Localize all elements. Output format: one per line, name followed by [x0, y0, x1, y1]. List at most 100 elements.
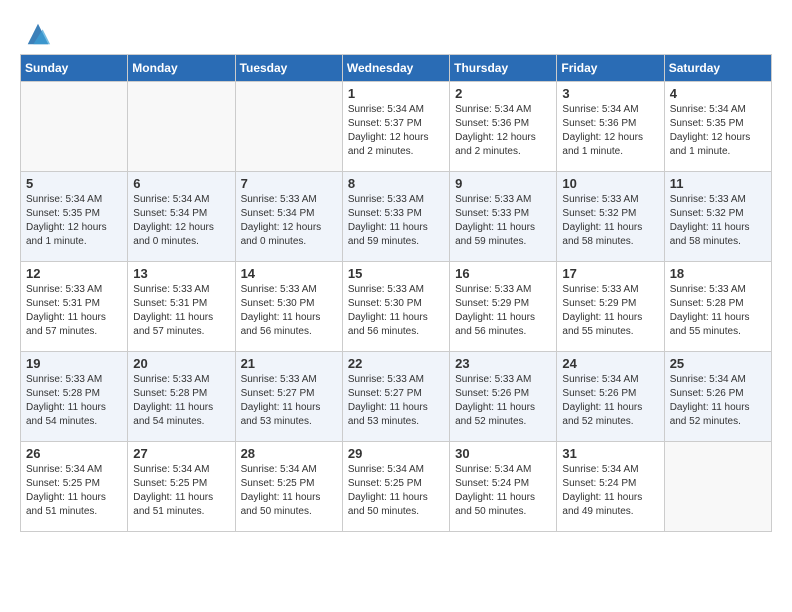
day-info: Sunrise: 5:33 AM Sunset: 5:27 PM Dayligh…	[241, 373, 337, 429]
day-info: Sunrise: 5:34 AM Sunset: 5:35 PM Dayligh…	[26, 193, 122, 249]
calendar-day-cell: 17Sunrise: 5:33 AM Sunset: 5:29 PM Dayli…	[557, 262, 664, 352]
day-number: 13	[133, 266, 229, 281]
day-number: 21	[241, 356, 337, 371]
logo	[20, 20, 52, 48]
day-number: 29	[348, 446, 444, 461]
calendar-day-cell: 11Sunrise: 5:33 AM Sunset: 5:32 PM Dayli…	[664, 172, 771, 262]
day-number: 23	[455, 356, 551, 371]
weekday-header-friday: Friday	[557, 55, 664, 82]
calendar-day-cell: 15 Sunrise: 5:33 AM Sunset: 5:30 PM Dayli…	[342, 262, 449, 352]
calendar-day-cell: 13Sunrise: 5:33 AM Sunset: 5:31 PM Dayli…	[128, 262, 235, 352]
day-info: Sunrise: 5:34 AM Sunset: 5:24 PM Dayligh…	[562, 463, 658, 519]
calendar-day-cell: 20 Sunrise: 5:33 AM Sunset: 5:28 PM Dayli…	[128, 352, 235, 442]
day-number: 20	[133, 356, 229, 371]
day-number: 9	[455, 176, 551, 191]
weekday-header-thursday: Thursday	[450, 55, 557, 82]
calendar-day-cell: 23 Sunrise: 5:33 AM Sunset: 5:26 PM Dayli…	[450, 352, 557, 442]
day-number: 16	[455, 266, 551, 281]
calendar-week-row: 12 Sunrise: 5:33 AM Sunset: 5:31 PM Dayli…	[21, 262, 772, 352]
calendar-day-cell: 3 Sunrise: 5:34 AM Sunset: 5:36 PM Daylig…	[557, 82, 664, 172]
calendar-day-cell: 28 Sunrise: 5:34 AM Sunset: 5:25 PM Dayli…	[235, 442, 342, 532]
weekday-header-sunday: Sunday	[21, 55, 128, 82]
day-number: 4	[670, 86, 766, 101]
day-info: Sunrise: 5:33 AM Sunset: 5:30 PM Dayligh…	[241, 283, 337, 339]
weekday-header-wednesday: Wednesday	[342, 55, 449, 82]
day-number: 18	[670, 266, 766, 281]
weekday-header-row: SundayMondayTuesdayWednesdayThursdayFrid…	[21, 55, 772, 82]
day-info: Sunrise: 5:33 AM Sunset: 5:27 PM Dayligh…	[348, 373, 444, 429]
day-info: Sunrise: 5:34 AM Sunset: 5:25 PM Dayligh…	[133, 463, 229, 519]
day-info: Sunrise: 5:33 AM Sunset: 5:28 PM Dayligh…	[133, 373, 229, 429]
calendar-day-cell: 10 Sunrise: 5:33 AM Sunset: 5:32 PM Dayli…	[557, 172, 664, 262]
calendar-day-cell	[235, 82, 342, 172]
day-number: 6	[133, 176, 229, 191]
calendar-day-cell: 7Sunrise: 5:33 AM Sunset: 5:34 PM Daylig…	[235, 172, 342, 262]
day-number: 12	[26, 266, 122, 281]
day-number: 19	[26, 356, 122, 371]
day-info: Sunrise: 5:33 AM Sunset: 5:33 PM Dayligh…	[455, 193, 551, 249]
calendar-week-row: 5Sunrise: 5:34 AM Sunset: 5:35 PM Daylig…	[21, 172, 772, 262]
calendar-day-cell: 5Sunrise: 5:34 AM Sunset: 5:35 PM Daylig…	[21, 172, 128, 262]
calendar-day-cell: 21 Sunrise: 5:33 AM Sunset: 5:27 PM Dayli…	[235, 352, 342, 442]
day-number: 10	[562, 176, 658, 191]
day-number: 26	[26, 446, 122, 461]
header	[20, 20, 772, 48]
calendar-week-row: 1Sunrise: 5:34 AM Sunset: 5:37 PM Daylig…	[21, 82, 772, 172]
day-number: 8	[348, 176, 444, 191]
calendar-day-cell	[128, 82, 235, 172]
main-container: SundayMondayTuesdayWednesdayThursdayFrid…	[0, 0, 792, 542]
calendar-week-row: 26 Sunrise: 5:34 AM Sunset: 5:25 PM Dayli…	[21, 442, 772, 532]
day-info: Sunrise: 5:34 AM Sunset: 5:34 PM Dayligh…	[133, 193, 229, 249]
day-info: Sunrise: 5:33 AM Sunset: 5:33 PM Dayligh…	[348, 193, 444, 249]
day-number: 24	[562, 356, 658, 371]
day-number: 31	[562, 446, 658, 461]
calendar-day-cell: 2Sunrise: 5:34 AM Sunset: 5:36 PM Daylig…	[450, 82, 557, 172]
calendar-day-cell	[21, 82, 128, 172]
day-info: Sunrise: 5:33 AM Sunset: 5:28 PM Dayligh…	[26, 373, 122, 429]
calendar-day-cell: 1Sunrise: 5:34 AM Sunset: 5:37 PM Daylig…	[342, 82, 449, 172]
calendar-day-cell: 14Sunrise: 5:33 AM Sunset: 5:30 PM Dayli…	[235, 262, 342, 352]
calendar-day-cell: 30Sunrise: 5:34 AM Sunset: 5:24 PM Dayli…	[450, 442, 557, 532]
day-info: Sunrise: 5:34 AM Sunset: 5:26 PM Dayligh…	[670, 373, 766, 429]
day-number: 3	[562, 86, 658, 101]
day-info: Sunrise: 5:33 AM Sunset: 5:26 PM Dayligh…	[455, 373, 551, 429]
day-info: Sunrise: 5:33 AM Sunset: 5:30 PM Dayligh…	[348, 283, 444, 339]
day-info: Sunrise: 5:33 AM Sunset: 5:29 PM Dayligh…	[455, 283, 551, 339]
day-info: Sunrise: 5:34 AM Sunset: 5:35 PM Dayligh…	[670, 103, 766, 159]
day-number: 7	[241, 176, 337, 191]
day-number: 1	[348, 86, 444, 101]
day-number: 11	[670, 176, 766, 191]
day-number: 22	[348, 356, 444, 371]
day-info: Sunrise: 5:33 AM Sunset: 5:28 PM Dayligh…	[670, 283, 766, 339]
day-info: Sunrise: 5:34 AM Sunset: 5:36 PM Dayligh…	[562, 103, 658, 159]
day-number: 15	[348, 266, 444, 281]
calendar-day-cell: 22 Sunrise: 5:33 AM Sunset: 5:27 PM Dayli…	[342, 352, 449, 442]
calendar-day-cell: 31 Sunrise: 5:34 AM Sunset: 5:24 PM Dayli…	[557, 442, 664, 532]
day-info: Sunrise: 5:33 AM Sunset: 5:32 PM Dayligh…	[562, 193, 658, 249]
day-number: 17	[562, 266, 658, 281]
calendar-day-cell: 18 Sunrise: 5:33 AM Sunset: 5:28 PM Dayli…	[664, 262, 771, 352]
calendar-day-cell	[664, 442, 771, 532]
calendar-day-cell: 19 Sunrise: 5:33 AM Sunset: 5:28 PM Dayli…	[21, 352, 128, 442]
day-info: Sunrise: 5:34 AM Sunset: 5:25 PM Dayligh…	[348, 463, 444, 519]
logo-icon	[24, 20, 52, 48]
calendar-day-cell: 26Sunrise: 5:34 AM Sunset: 5:25 PM Dayli…	[21, 442, 128, 532]
calendar-day-cell: 6 Sunrise: 5:34 AM Sunset: 5:34 PM Daylig…	[128, 172, 235, 262]
calendar-week-row: 19 Sunrise: 5:33 AM Sunset: 5:28 PM Dayli…	[21, 352, 772, 442]
weekday-header-saturday: Saturday	[664, 55, 771, 82]
calendar-day-cell: 8 Sunrise: 5:33 AM Sunset: 5:33 PM Daylig…	[342, 172, 449, 262]
day-number: 27	[133, 446, 229, 461]
day-info: Sunrise: 5:34 AM Sunset: 5:24 PM Dayligh…	[455, 463, 551, 519]
calendar-day-cell: 25Sunrise: 5:34 AM Sunset: 5:26 PM Dayli…	[664, 352, 771, 442]
calendar-day-cell: 4 Sunrise: 5:34 AM Sunset: 5:35 PM Daylig…	[664, 82, 771, 172]
calendar-day-cell: 24 Sunrise: 5:34 AM Sunset: 5:26 PM Dayli…	[557, 352, 664, 442]
calendar-day-cell: 27 Sunrise: 5:34 AM Sunset: 5:25 PM Dayli…	[128, 442, 235, 532]
day-number: 28	[241, 446, 337, 461]
day-info: Sunrise: 5:33 AM Sunset: 5:31 PM Dayligh…	[26, 283, 122, 339]
day-info: Sunrise: 5:34 AM Sunset: 5:25 PM Dayligh…	[241, 463, 337, 519]
day-info: Sunrise: 5:34 AM Sunset: 5:26 PM Dayligh…	[562, 373, 658, 429]
weekday-header-monday: Monday	[128, 55, 235, 82]
calendar-table: SundayMondayTuesdayWednesdayThursdayFrid…	[20, 54, 772, 532]
calendar-day-cell: 9 Sunrise: 5:33 AM Sunset: 5:33 PM Daylig…	[450, 172, 557, 262]
calendar-day-cell: 29 Sunrise: 5:34 AM Sunset: 5:25 PM Dayli…	[342, 442, 449, 532]
